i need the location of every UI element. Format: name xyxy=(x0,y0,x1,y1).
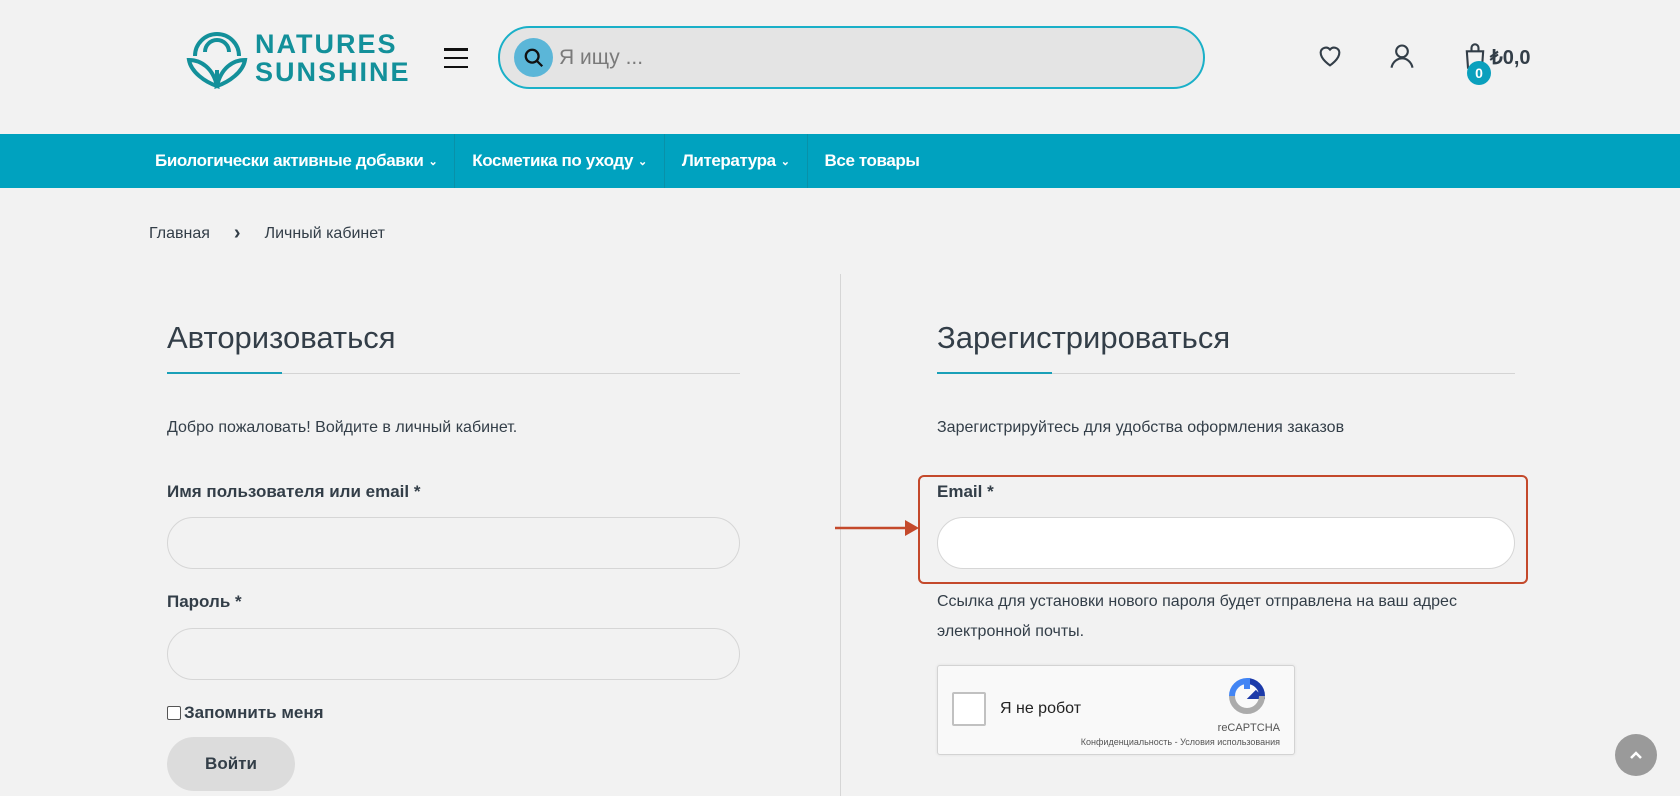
nav-item-supplements[interactable]: Биологически активные добавки ⌄ xyxy=(138,134,456,188)
chevron-down-icon: ⌄ xyxy=(638,155,647,168)
search-button[interactable] xyxy=(514,38,553,77)
search-icon xyxy=(524,48,543,67)
password-input[interactable] xyxy=(167,628,740,680)
recaptcha-links: Конфиденциальность - Условия использован… xyxy=(1081,737,1280,747)
remember-label[interactable]: Запомнить меня xyxy=(184,703,324,723)
recaptcha-separator: - xyxy=(1172,737,1181,747)
register-note-line2: электронной почты. xyxy=(937,623,1085,640)
logo[interactable]: NATURES SUNSHINE xyxy=(185,25,415,91)
nav-label: Биологически активные добавки xyxy=(155,151,424,170)
remember-me: Запомнить меня xyxy=(167,703,324,723)
breadcrumb-separator-icon: › xyxy=(233,222,241,244)
recaptcha-privacy-link[interactable]: Конфиденциальность xyxy=(1081,737,1172,747)
nav-item-literature[interactable]: Литература ⌄ xyxy=(665,134,808,188)
password-label: Пароль * xyxy=(167,592,242,611)
nav-label: Все товары xyxy=(824,151,920,170)
nav-label: Косметика по уходу xyxy=(472,151,634,170)
search-input[interactable] xyxy=(559,45,1159,70)
register-note-line1: Ссылка для установки нового пароля будет… xyxy=(937,593,1457,610)
remember-checkbox[interactable] xyxy=(167,706,181,720)
register-title-underline xyxy=(937,372,1515,374)
login-intro: Добро пожаловать! Войдите в личный кабин… xyxy=(167,419,518,436)
nav-item-all-products[interactable]: Все товары xyxy=(808,134,937,188)
logo-leaf-icon xyxy=(186,32,248,90)
logo-text-line2: SUNSHINE xyxy=(255,57,411,87)
main-nav: Биологически активные добавки ⌄ Косметика… xyxy=(0,134,1680,188)
username-label: Имя пользователя или email * xyxy=(167,482,421,501)
search-bar xyxy=(498,26,1205,89)
login-title: Авторизоваться xyxy=(167,320,396,355)
register-note: Ссылка для установки нового пароля будет… xyxy=(937,587,1457,647)
scroll-to-top-button[interactable] xyxy=(1615,734,1657,776)
cart-total[interactable]: ₺0,0 xyxy=(1490,45,1531,70)
wishlist-heart-icon[interactable] xyxy=(1316,42,1344,70)
recaptcha-terms-link[interactable]: Условия использования xyxy=(1180,737,1280,747)
breadcrumb: Главная › Личный кабинет xyxy=(149,222,385,245)
menu-hamburger-icon[interactable] xyxy=(444,48,468,68)
recaptcha-widget: Я не робот reCAPTCHA Конфиденциальность … xyxy=(937,665,1295,755)
nav-label: Литература xyxy=(681,151,776,170)
cart-count-badge: 0 xyxy=(1467,61,1491,85)
breadcrumb-current: Личный кабинет xyxy=(264,224,385,242)
chevron-down-icon: ⌄ xyxy=(428,155,438,168)
recaptcha-brand: reCAPTCHA xyxy=(1217,722,1280,734)
recaptcha-checkbox[interactable] xyxy=(952,692,986,726)
recaptcha-label: Я не робот xyxy=(1000,700,1082,717)
nav-item-cosmetics[interactable]: Косметика по уходу ⌄ xyxy=(455,134,665,188)
register-intro: Зарегистрируйтесь для удобства оформлени… xyxy=(937,419,1345,436)
logo-text-line1: NATURES xyxy=(255,29,398,59)
chevron-down-icon: ⌄ xyxy=(780,155,790,168)
account-user-icon[interactable] xyxy=(1388,42,1416,70)
login-button[interactable]: Войти xyxy=(167,737,295,791)
recaptcha-logo-icon xyxy=(1229,677,1266,714)
highlight-box xyxy=(918,475,1528,584)
breadcrumb-home[interactable]: Главная xyxy=(149,225,210,243)
register-title: Зарегистрироваться xyxy=(937,320,1231,355)
username-input[interactable] xyxy=(167,517,740,569)
annotation-arrow-icon xyxy=(835,520,919,536)
chevron-up-icon xyxy=(1630,751,1642,759)
login-title-underline xyxy=(167,372,740,374)
